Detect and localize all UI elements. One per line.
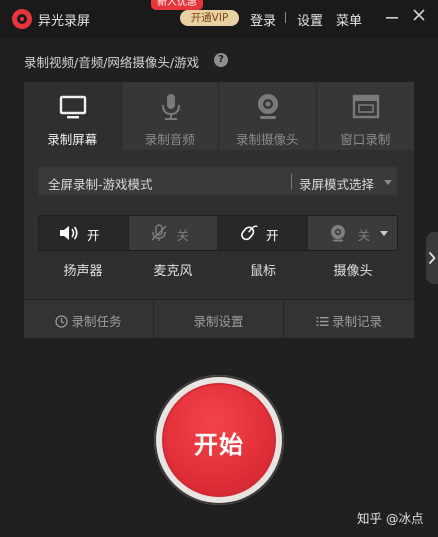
action-bar: 录制任务 录制设置 录制记录 xyxy=(24,299,414,338)
webcam-state: 关 xyxy=(357,228,371,243)
login-link[interactable]: 登录 xyxy=(250,10,276,29)
microphone-label: 麦克风 xyxy=(153,264,193,279)
speaker-icon xyxy=(60,226,78,240)
tab-label: 录制屏幕 xyxy=(47,132,98,147)
section-title: 录制视频/音频/网络摄像头/游戏 xyxy=(24,55,200,70)
record-settings-label: 录制设置 xyxy=(193,314,244,329)
tab-label: 录制音频 xyxy=(144,132,195,147)
microphone-off-icon xyxy=(151,224,166,241)
mouse-state: 开 xyxy=(266,228,279,243)
recording-panel: 录制屏幕 录制音频 录制摄像头 窗口录制 全屏录制-游戏模式 录屏模式选择 开 … xyxy=(24,82,414,338)
app-title: 异光录屏 xyxy=(38,14,91,29)
recording-tabs: 录制屏幕 录制音频 录制摄像头 窗口录制 xyxy=(24,82,414,150)
mouse-toggle[interactable]: 开 xyxy=(218,216,308,250)
record-mode-select[interactable]: 录屏模式选择 xyxy=(299,174,374,193)
promo-badge: 新人优惠 xyxy=(151,0,203,10)
tab-record-audio[interactable]: 录制音频 xyxy=(121,82,219,150)
webcam-icon xyxy=(258,94,278,119)
settings-link[interactable]: 设置 xyxy=(297,10,323,29)
title-bar: 异光录屏 新人优惠 开通VIP 登录 设置 菜单 xyxy=(0,0,438,38)
tab-record-webcam[interactable]: 录制摄像头 xyxy=(219,82,317,150)
chevron-right-icon xyxy=(428,251,436,265)
menu-link[interactable]: 菜单 xyxy=(336,10,362,29)
record-history-button[interactable]: 录制记录 xyxy=(284,300,414,338)
mode-divider xyxy=(291,174,292,190)
chevron-down-icon[interactable] xyxy=(379,231,388,236)
record-tasks-button[interactable]: 录制任务 xyxy=(24,300,154,338)
tab-label: 窗口录制 xyxy=(340,132,391,147)
mouse-label: 鼠标 xyxy=(249,264,276,279)
window-icon xyxy=(352,94,379,119)
speaker-toggle[interactable]: 开 xyxy=(39,216,129,250)
tab-window-record[interactable]: 窗口录制 xyxy=(316,82,414,150)
speaker-state: 开 xyxy=(87,228,100,243)
current-record-mode: 全屏录制-游戏模式 xyxy=(48,177,153,192)
watermark: 知乎 @冰点 xyxy=(357,511,424,526)
webcam-toggle[interactable]: 关 xyxy=(307,216,397,250)
tab-record-screen[interactable]: 录制屏幕 xyxy=(24,82,122,150)
nav-divider xyxy=(285,12,286,23)
chevron-down-icon[interactable] xyxy=(384,180,392,185)
start-button-ring: 开始 xyxy=(154,375,284,505)
microphone-state: 关 xyxy=(176,228,190,243)
start-button[interactable]: 开始 xyxy=(162,383,276,497)
tab-label: 录制摄像头 xyxy=(235,132,299,147)
minimize-button[interactable] xyxy=(385,8,399,26)
app-logo-icon xyxy=(12,9,32,29)
mouse-icon xyxy=(241,225,258,241)
start-button-label: 开始 xyxy=(194,431,244,459)
help-icon[interactable]: ? xyxy=(214,53,228,67)
monitor-icon xyxy=(59,95,87,119)
record-history-label: 录制记录 xyxy=(331,314,382,329)
expand-panel-button[interactable] xyxy=(426,232,438,284)
vip-button[interactable]: 开通VIP xyxy=(180,10,239,26)
webcam-icon xyxy=(330,225,345,242)
clock-icon xyxy=(55,315,69,328)
device-toggles: 开 关 开 关 xyxy=(38,215,398,251)
minimize-icon xyxy=(386,17,398,19)
close-button[interactable] xyxy=(412,8,426,26)
list-icon xyxy=(316,317,329,326)
close-icon xyxy=(413,9,425,21)
record-tasks-label: 录制任务 xyxy=(71,314,122,329)
record-settings-button[interactable]: 录制设置 xyxy=(154,300,284,338)
webcam-label: 摄像头 xyxy=(333,264,373,279)
microphone-icon xyxy=(161,94,180,120)
speaker-label: 扬声器 xyxy=(63,264,103,279)
microphone-toggle[interactable]: 关 xyxy=(128,216,218,250)
record-mode-row: 全屏录制-游戏模式 录屏模式选择 xyxy=(38,166,398,196)
